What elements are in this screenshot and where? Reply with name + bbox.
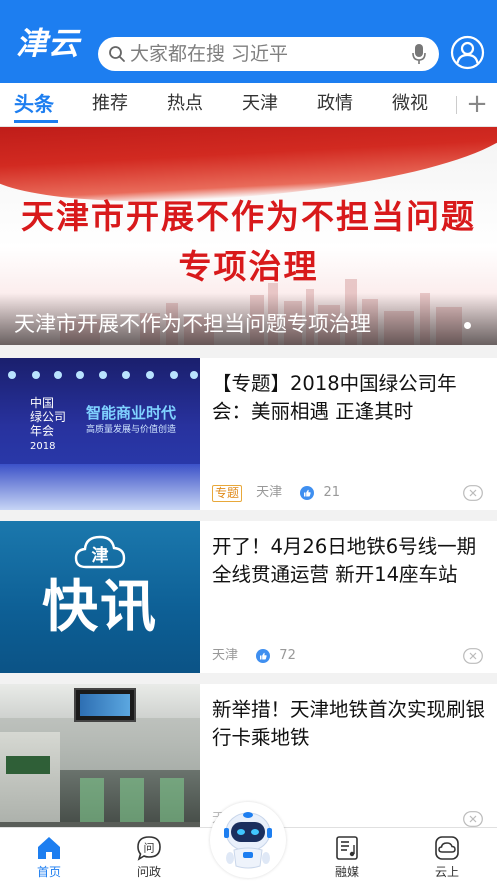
robot-assistant-button[interactable] <box>210 802 286 878</box>
news-source: 天津 <box>212 648 239 663</box>
nav-home[interactable]: 首页 <box>14 828 84 883</box>
svg-text:问: 问 <box>144 842 155 855</box>
nav-label: 问政 <box>136 865 161 879</box>
tab-zhengqing[interactable]: 政情 <box>317 83 353 125</box>
station-sign-image <box>6 756 50 774</box>
tab-divider <box>456 96 457 114</box>
like-count: 72 <box>279 648 296 663</box>
station-display-screen <box>74 688 136 722</box>
thumb-logo-label: 津 <box>92 545 109 566</box>
topic-tag-badge: 专题 <box>212 484 243 502</box>
nav-wenzheng[interactable]: 问 问政 <box>114 828 184 883</box>
dismiss-icon[interactable] <box>463 811 483 827</box>
news-thumbnail: 津 快讯 <box>0 521 200 673</box>
news-list-item[interactable]: 津 快讯 开了！4月26日地铁6号线一期全线贯通运营 新开14座车站 天津 72 <box>0 521 497 673</box>
tab-tuijian[interactable]: 推荐 <box>92 83 128 125</box>
news-title[interactable]: 【专题】2018中国绿公司年会：美丽相遇 正逢其时 <box>212 370 487 426</box>
search-placeholder: 大家都在搜 习近平 <box>130 43 289 65</box>
tab-redian[interactable]: 热点 <box>167 83 203 125</box>
news-thumbnail <box>0 684 200 836</box>
news-thumbnail: 中国 绿公司 年会 2018 智能商业时代 高质量发展与价值创造 <box>0 358 200 510</box>
app-logo: 津云 <box>16 26 80 62</box>
wenzheng-icon: 问 <box>137 836 161 861</box>
tab-tianjin[interactable]: 天津 <box>242 83 278 125</box>
dismiss-icon[interactable] <box>463 648 483 664</box>
thumb-year-label: 2018 <box>30 441 56 452</box>
nav-label: 首页 <box>36 865 61 879</box>
like-icon[interactable] <box>256 649 271 663</box>
banner-caption: 天津市开展不作为不担当问题专项治理 <box>14 312 371 336</box>
thumb-headline: 智能商业时代 <box>86 404 177 422</box>
news-meta: 天津 72 <box>212 647 296 665</box>
nav-yunshang[interactable]: 云上 <box>412 828 482 883</box>
nav-rongmei[interactable]: 融媒 <box>312 828 382 883</box>
thumb-headline: 快讯 <box>42 575 158 640</box>
news-title[interactable]: 新举措！天津地铁首次实现刷银行卡乘地铁 <box>212 696 487 752</box>
headline-banner[interactable]: 天津市开展不作为不担当问题 专项治理 天津市开展不作为不担当问题专项治理 <box>0 127 497 345</box>
news-meta: 专题 天津 21 <box>212 484 340 502</box>
thumb-logo-text: 中国 绿公司 年会 2018 <box>30 396 66 454</box>
active-tab-underline <box>14 120 58 123</box>
stage-lights-image <box>8 371 198 379</box>
search-icon <box>109 46 125 62</box>
thumb-subhead: 高质量发展与价值创造 <box>86 425 177 435</box>
like-count: 21 <box>323 485 340 500</box>
nav-label: 云上 <box>434 865 459 879</box>
app-header: 津云 大家都在搜 习近平 <box>0 0 497 83</box>
microphone-icon[interactable] <box>411 43 427 65</box>
like-icon[interactable] <box>300 486 315 500</box>
banner-headline-line1: 天津市开展不作为不担当问题 <box>21 197 476 236</box>
thumb-logo-label: 中国 绿公司 年会 <box>30 396 67 438</box>
station-wall-image <box>0 732 60 836</box>
cloud-icon <box>435 836 459 860</box>
carousel-indicator-dot[interactable] <box>464 322 471 329</box>
category-tabs: 头条 推荐 热点 天津 政情 微视 + <box>0 83 497 127</box>
search-bar[interactable]: 大家都在搜 习近平 <box>98 37 439 71</box>
jinyun-cloud-logo-icon: 津 <box>74 535 126 569</box>
stage-floor-image <box>0 464 200 510</box>
user-profile-icon[interactable] <box>450 35 485 70</box>
tab-toutiao[interactable]: 头条 <box>14 83 54 125</box>
news-list-item[interactable]: 中国 绿公司 年会 2018 智能商业时代 高质量发展与价值创造 【专题】201… <box>0 358 497 510</box>
news-title[interactable]: 开了！4月26日地铁6号线一期全线贯通运营 新开14座车站 <box>212 533 487 589</box>
add-tab-plus-icon[interactable]: + <box>464 87 490 121</box>
home-icon <box>38 837 60 859</box>
rongmei-icon <box>336 836 358 860</box>
nav-label: 融媒 <box>334 865 359 879</box>
news-source: 天津 <box>256 485 283 500</box>
robot-assistant-icon <box>224 812 272 869</box>
tab-weishi[interactable]: 微视 <box>392 83 428 125</box>
dismiss-icon[interactable] <box>463 485 483 501</box>
